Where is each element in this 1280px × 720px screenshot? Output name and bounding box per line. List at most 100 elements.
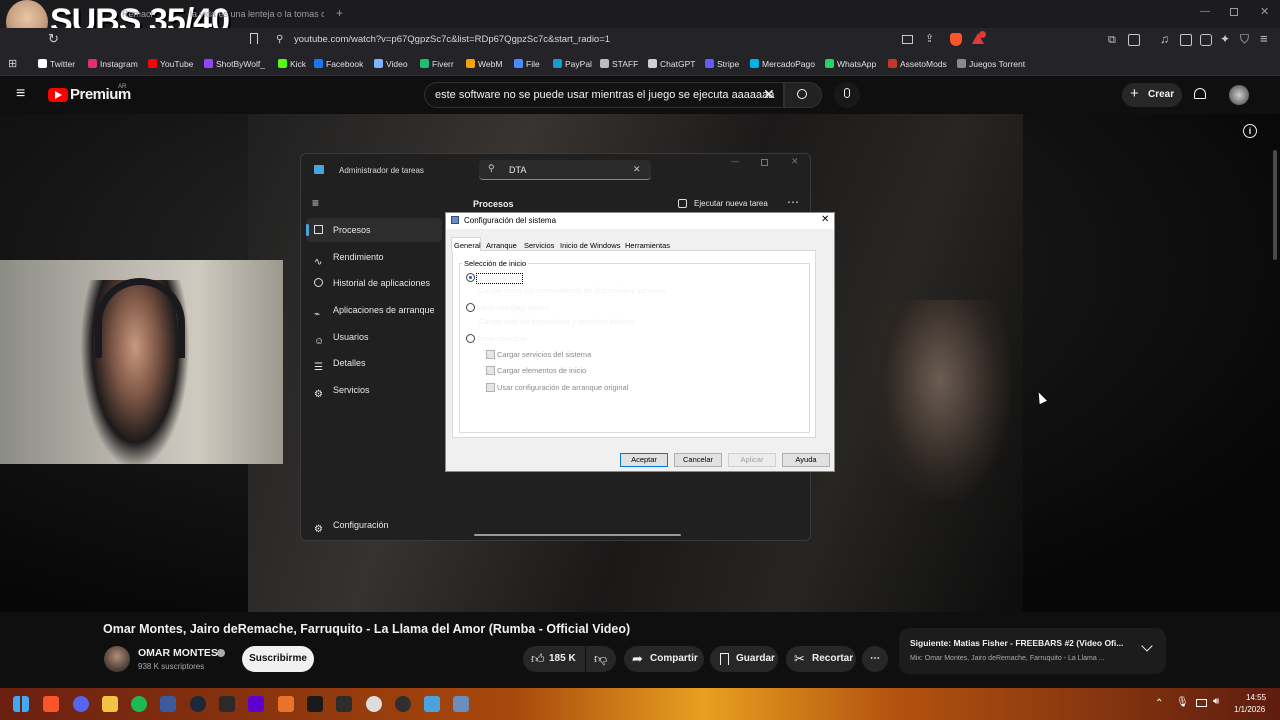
channel-avatar[interactable] [104,646,130,672]
app-taskbar-icon[interactable] [219,696,235,712]
menu-icon[interactable]: ≡ [1260,31,1268,46]
voice-search-button[interactable] [834,82,860,108]
browser-tab-active[interactable]: la vida es una lenteja o la tomas o la [190,4,324,24]
tab-general[interactable]: General [454,240,481,251]
bookmark-item[interactable]: Facebook [314,57,363,71]
radio-normal-label[interactable]: Inicio normal [476,273,523,284]
speaker-tray-icon[interactable]: 🔊︎ [1213,696,1219,707]
sidebar-icon[interactable] [1180,34,1192,46]
subscribe-button[interactable]: Suscribirme [242,646,314,672]
search-button[interactable] [784,82,822,108]
yahoo-taskbar-icon[interactable] [248,696,264,712]
microphone-tray-icon[interactable]: 🎙︎ [1176,697,1189,708]
bookmark-item[interactable]: AssetoMods [888,57,947,71]
bookmark-item[interactable]: YouTube [148,57,193,71]
clear-search-icon[interactable]: ✕ [763,86,775,103]
tm-nav-app-history[interactable]: Historial de aplicaciones [306,271,442,295]
share-icon[interactable]: ⇪ [925,32,934,45]
tm-nav-services[interactable]: ⚙ Servicios [306,378,442,402]
run-new-task-button[interactable]: Ejecutar nueva tarea [678,197,774,211]
radio-selective-label[interactable]: Inicio selectivo [477,334,526,343]
minimize-icon[interactable]: — [1200,6,1210,17]
tm-nav-startup-apps[interactable]: ⌁ Aplicaciones de arranque [306,298,442,322]
dialog-close-icon[interactable]: ✕ [821,214,829,225]
tab-servicios[interactable]: Servicios [524,240,554,251]
tm-close-icon[interactable]: ✕ [791,156,799,167]
bookmark-item[interactable]: Twitter [38,57,75,71]
hamburger-menu-icon[interactable]: ≡ [16,85,25,103]
app-taskbar-icon[interactable] [160,696,176,712]
radio-normal-startup[interactable] [466,273,475,282]
bookmark-item[interactable]: File [514,57,540,71]
tm-maximize-icon[interactable] [761,159,768,166]
next-up-panel[interactable] [899,628,1166,674]
bookmark-item[interactable]: Fiverr [420,57,454,71]
brave-shield-icon[interactable] [950,33,962,46]
leo-ai-icon[interactable]: ✦ [1220,32,1230,46]
bookmark-item[interactable]: STAFF [600,57,638,71]
screenshot-icon[interactable] [1128,34,1140,46]
maximize-icon[interactable] [1230,8,1238,16]
page-scrollbar[interactable] [1273,150,1277,260]
save-button[interactable]: Guardar [710,646,778,672]
close-icon[interactable]: ✕ [1260,5,1269,18]
media-icon[interactable]: ♫ [1160,32,1169,46]
account-avatar[interactable] [1229,85,1249,105]
tm-nav-users[interactable]: ☺ Usuarios [306,325,442,349]
clock-time[interactable]: 14:55 [1246,693,1266,702]
bookmark-item[interactable]: PayPal [553,57,592,71]
clock-date[interactable]: 1/1/2026 [1234,705,1265,714]
tm-hamburger-icon[interactable]: ≡ [312,196,319,210]
spotify-taskbar-icon[interactable] [131,696,147,712]
share-button[interactable]: ➦ Compartir [624,646,704,672]
bookmark-item[interactable]: Kick [278,57,306,71]
extensions-icon[interactable]: ⧉ [1108,34,1116,47]
bookmark-item[interactable]: Instagram [88,57,138,71]
chatgpt-taskbar-icon[interactable] [366,696,382,712]
bookmark-item[interactable]: Video [374,57,408,71]
tab-herramientas[interactable]: Herramientas [625,240,670,251]
create-button[interactable]: + Crear [1122,83,1182,107]
system-tray-chevron-icon[interactable]: ⌃ [1155,698,1163,709]
bookmark-item[interactable]: Stripe [705,57,739,71]
cast-icon[interactable] [902,35,913,44]
apps-grid-icon[interactable]: ⊞ [8,57,17,70]
cancel-button[interactable]: Cancelar [674,453,722,467]
task-manager-taskbar-icon[interactable] [424,696,440,712]
app-taskbar-icon[interactable] [336,696,352,712]
bookmark-item[interactable]: ChatGPT [648,57,695,71]
brave-taskbar-icon[interactable] [43,696,59,712]
site-info-icon[interactable]: ⚲ [276,31,283,49]
file-explorer-taskbar-icon[interactable] [102,696,118,712]
discord-taskbar-icon[interactable] [73,696,89,712]
dislike-button[interactable]: 👎︎ [586,646,616,672]
tab-arranque[interactable]: Arranque [486,240,517,251]
windows-start-icon[interactable] [13,696,29,712]
tm-scrollbar[interactable] [474,534,681,536]
app-taskbar-icon[interactable] [307,696,323,712]
vpn-icon[interactable]: ⛉ [1240,32,1249,47]
like-button[interactable]: 👍︎ 185 K [523,646,585,672]
tm-nav-settings[interactable]: ⚙ Configuración [306,513,442,537]
wallet-icon[interactable] [1200,34,1212,46]
notifications-bell-icon[interactable] [1194,88,1206,99]
video-info-icon[interactable]: i [1243,124,1257,138]
bookmark-item[interactable]: Juegos Torrent [957,57,1025,71]
clip-button[interactable]: ✂ Recortar [786,646,856,672]
reload-icon[interactable]: ↻ [48,31,59,47]
browser-tab[interactable]: Remache [122,4,154,24]
task-manager-search[interactable]: ⚲ DTA ✕ [479,160,651,180]
bookmark-item[interactable]: MercadoPago [750,57,815,71]
bookmark-item[interactable]: WebM [466,57,502,71]
radio-diagnostic-label[interactable]: Inicio con diagnóstico [477,303,549,312]
msconfig-taskbar-icon[interactable] [453,696,469,712]
clear-search-icon[interactable]: ✕ [633,164,641,175]
tm-nav-performance[interactable]: ∿ Rendimiento [306,245,442,269]
help-button[interactable]: Ayuda [782,453,830,467]
channel-name[interactable]: OMAR MONTES [138,647,218,659]
tm-more-icon[interactable]: ⋯ [787,195,799,209]
youtube-logo-icon[interactable] [48,88,68,102]
more-actions-button[interactable]: ⋯ [862,646,888,672]
radio-selective-startup[interactable] [466,334,475,343]
radio-diagnostic-startup[interactable] [466,303,475,312]
